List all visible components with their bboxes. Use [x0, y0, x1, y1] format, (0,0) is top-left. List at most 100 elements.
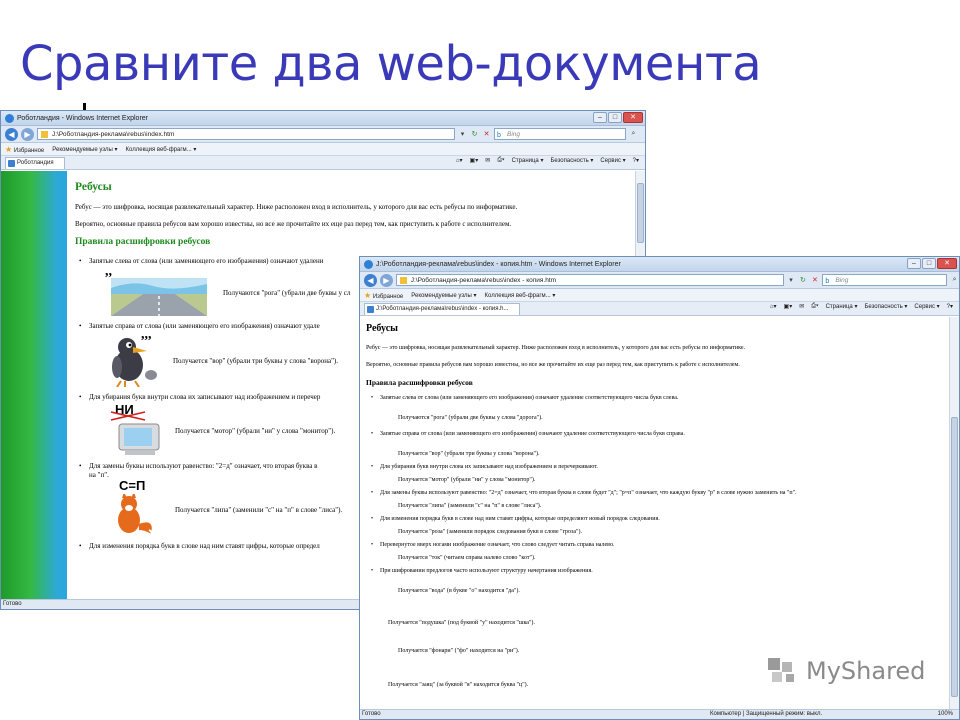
commas-right: ,,,: [141, 327, 152, 342]
address-input[interactable]: J:\Роботландия-реклама\rebus\index - коп…: [395, 274, 784, 286]
crow-image: ,,,: [103, 327, 173, 388]
search-icon[interactable]: ⌕: [629, 130, 638, 138]
window-title: Роботландия - Windows Internet Explorer: [17, 114, 148, 122]
replace-equation: С=П: [119, 478, 146, 493]
mail-icon[interactable]: ✉: [485, 157, 490, 164]
ie-icon: [364, 260, 373, 269]
stop-icon[interactable]: ✕: [810, 276, 819, 284]
second-paragraph: Вероятно, основные правила ребусов вам х…: [75, 220, 512, 228]
tab-active[interactable]: Роботландия: [5, 156, 65, 169]
caption-monitor: Получается "мотор" (убрали "ни" у слова …: [175, 426, 336, 435]
rule-result: Получается "ток" (читаем справа налево с…: [398, 555, 536, 561]
close-button[interactable]: ✕: [937, 258, 957, 269]
intro-paragraph: Ребус — это шифровка, носящая развлекате…: [75, 203, 518, 211]
green-sidebar: [1, 171, 67, 599]
forward-icon[interactable]: ▶: [21, 127, 34, 141]
dropdown-icon[interactable]: ▾: [787, 276, 796, 284]
window-titlebar[interactable]: Роботландия - Windows Internet Explorer …: [1, 111, 645, 126]
safety-menu[interactable]: Безопасность ▾: [550, 157, 593, 164]
status-text: Готово: [3, 601, 22, 607]
fav-item-recommended[interactable]: Рекомендуемые узлы ▾: [52, 146, 117, 153]
maximize-button[interactable]: □: [922, 258, 936, 269]
bing-icon: b: [825, 278, 830, 285]
print-icon[interactable]: ⎙▾: [497, 157, 504, 164]
rule-item: Для замены буквы используют равенство: "…: [366, 489, 943, 497]
page-content: Ребусы Ребус — это шифровка, носящая раз…: [360, 317, 949, 719]
page-menu[interactable]: Страница ▾: [512, 157, 544, 164]
stop-icon[interactable]: ✕: [482, 130, 491, 138]
help-icon[interactable]: ?▾: [947, 303, 953, 310]
tab-active[interactable]: J:\Роботландия-реклама\rebus\index - коп…: [364, 302, 520, 315]
minimize-button[interactable]: –: [593, 112, 607, 123]
rule-result: Получается "липа" (заменили "с" на "п" в…: [398, 503, 542, 509]
rule-result: Получаются "рога" (убрали две буквы у сл…: [398, 415, 543, 421]
fox-image: С=П: [105, 478, 165, 536]
page-menu[interactable]: Страница ▾: [826, 303, 858, 310]
address-input[interactable]: J:\Роботландия-реклама\rebus\index.htm: [37, 128, 455, 140]
address-bar: ◀ ▶ J:\Роботландия-реклама\rebus\index -…: [360, 272, 959, 289]
tab-bar: J:\Роботландия-реклама\rebus\index - коп…: [360, 302, 959, 316]
back-icon[interactable]: ◀: [5, 127, 18, 141]
window-title: J:\Роботландия-реклама\rebus\index - коп…: [376, 260, 621, 268]
home-icon[interactable]: ⌂▾: [770, 303, 777, 310]
favorites-bar: ★ Избранное Рекомендуемые узлы ▾ Коллекц…: [1, 143, 645, 156]
rule-result: Получается "мотор" (убрали "ни" у слова …: [398, 477, 536, 483]
feeds-icon[interactable]: ▣▾: [470, 157, 479, 164]
minimize-button[interactable]: –: [907, 258, 921, 269]
status-bar: Готово Компьютер | Защищенный режим: вык…: [360, 709, 959, 719]
bing-icon: b: [497, 132, 501, 139]
favorites-star-icon: ★: [5, 144, 13, 154]
rule-item: Запятые справа от слова (или заменяющего…: [366, 430, 943, 438]
monitor-image: НИ: [105, 402, 175, 456]
rule-result: Получается "подушка" (под буквой "у" нах…: [388, 620, 535, 626]
fav-item-recommended[interactable]: Рекомендуемые узлы ▾: [411, 292, 476, 299]
maximize-button[interactable]: □: [608, 112, 622, 123]
intro-paragraph: Ребус — это шифровка, носящая развлекате…: [366, 345, 746, 351]
watermark: MyShared: [766, 656, 925, 686]
rule-result: Получается "фонари" ("фо" находится на "…: [398, 648, 520, 654]
page-heading: Ребусы: [366, 323, 398, 334]
watermark-logo-icon: [766, 656, 800, 686]
fav-item-webslices[interactable]: Коллекция веб-фрагм... ▾: [485, 292, 556, 299]
search-input[interactable]: b Bing: [494, 128, 626, 140]
window-titlebar[interactable]: J:\Роботландия-реклама\rebus\index - коп…: [360, 257, 959, 272]
forward-icon[interactable]: ▶: [379, 273, 393, 287]
page-heading: Ребусы: [75, 181, 112, 193]
favorites-button[interactable]: Избранное: [373, 294, 403, 300]
zoom-level[interactable]: 100%: [938, 710, 953, 719]
caption-crow: Получается "вор" (убрали три буквы у сло…: [173, 356, 339, 365]
browser-window-copy[interactable]: J:\Роботландия-реклама\rebus\index - коп…: [359, 256, 960, 720]
scrollbar-thumb[interactable]: [951, 417, 958, 697]
safety-menu[interactable]: Безопасность ▾: [864, 303, 907, 310]
dropdown-icon[interactable]: ▾: [458, 130, 467, 138]
commas-left: ,,: [105, 264, 112, 279]
status-text: Готово: [362, 711, 381, 717]
scrollbar-thumb[interactable]: [637, 183, 644, 243]
fav-item-webslices[interactable]: Коллекция веб-фрагм... ▾: [126, 146, 197, 153]
refresh-icon[interactable]: ↻: [470, 130, 479, 138]
search-icon[interactable]: ⌕: [950, 276, 959, 284]
help-icon[interactable]: ?▾: [633, 157, 639, 164]
vertical-scrollbar[interactable]: [949, 317, 959, 709]
rule-item: Запятые слева от слова (или заменяющего …: [366, 394, 943, 402]
zone-text: Компьютер | Защищенный режим: выкл.: [710, 711, 823, 717]
mail-icon[interactable]: ✉: [799, 303, 804, 310]
back-icon[interactable]: ◀: [364, 273, 377, 287]
caption-fox: Получается "липа" (заменили "с" на "п" в…: [175, 505, 343, 514]
home-icon[interactable]: ⌂▾: [456, 157, 463, 164]
tools-menu[interactable]: Сервис ▾: [600, 157, 625, 164]
rules-heading: Правила расшифровки ребусов: [75, 237, 211, 247]
search-input[interactable]: b Bing: [822, 274, 948, 286]
refresh-icon[interactable]: ↻: [799, 276, 808, 284]
tools-menu[interactable]: Сервис ▾: [914, 303, 939, 310]
print-icon[interactable]: ⎙▾: [811, 303, 818, 310]
rule-item: Для изменения порядка букв в слове над н…: [366, 515, 943, 523]
rule-item: Перевернутое вверх ногами изображение оз…: [366, 541, 943, 549]
rule-item: Для убирания букв внутри слова их записы…: [366, 463, 943, 471]
feeds-icon[interactable]: ▣▾: [784, 303, 793, 310]
second-paragraph: Вероятно, основные правила ребусов вам х…: [366, 362, 740, 368]
favorites-star-icon: ★: [364, 290, 372, 300]
rules-heading: Правила расшифровки ребусов: [366, 378, 473, 387]
favorites-button[interactable]: Избранное: [14, 148, 44, 154]
close-button[interactable]: ✕: [623, 112, 643, 123]
